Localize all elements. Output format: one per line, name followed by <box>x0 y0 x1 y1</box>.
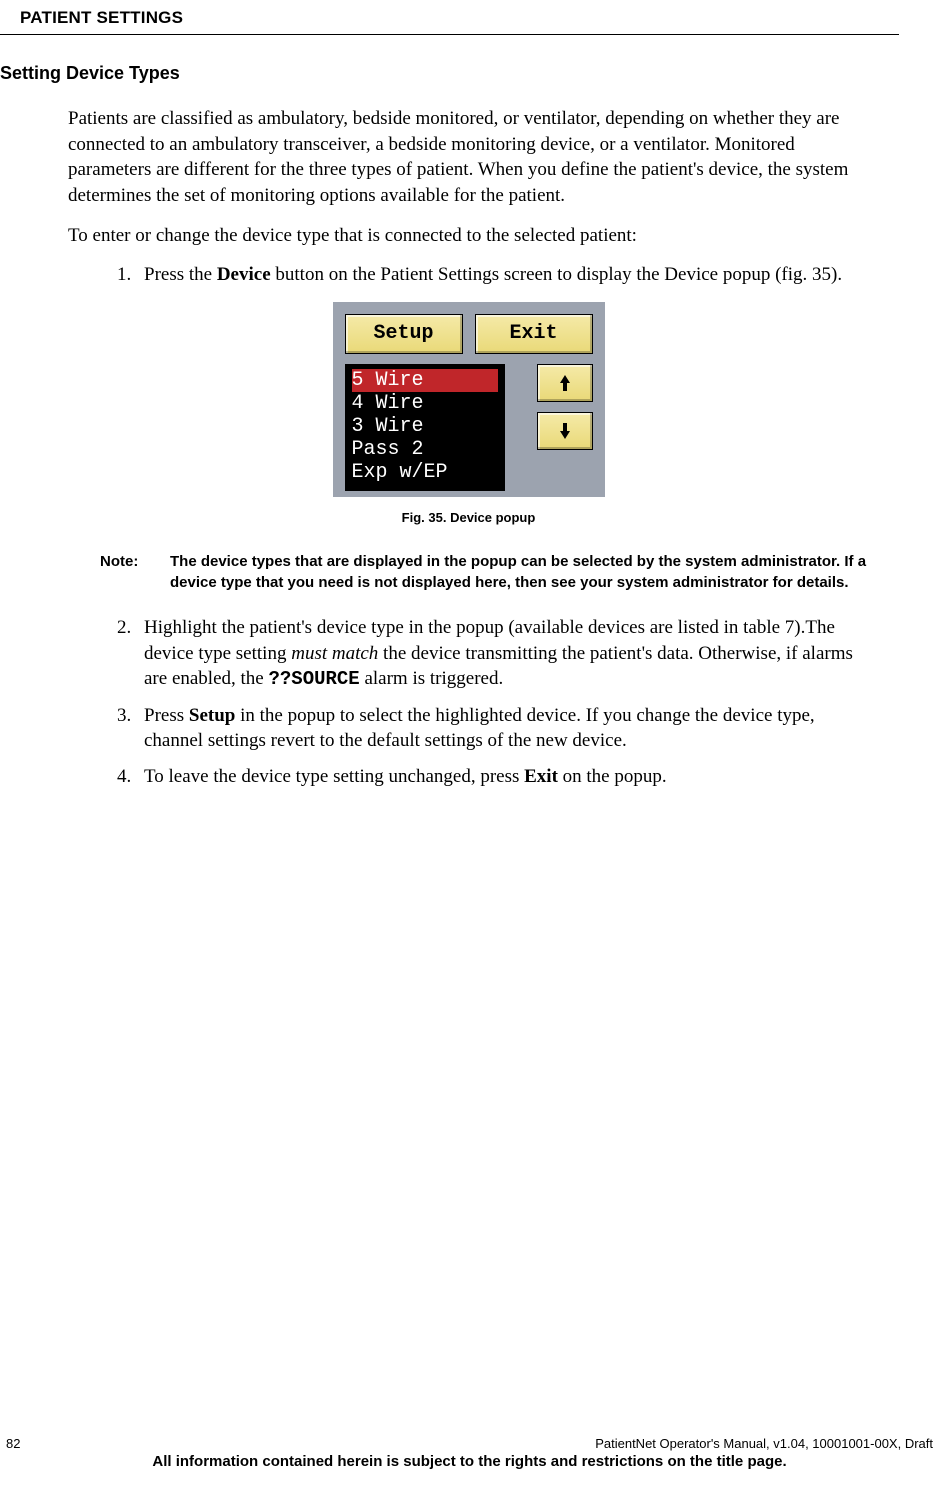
arrow-down-icon <box>558 423 572 439</box>
note-label: Note: <box>100 552 170 593</box>
device-list-item-4wire[interactable]: 4 Wire <box>352 392 498 415</box>
footer-legal: All information contained herein is subj… <box>0 1453 939 1470</box>
device-list-item-expwep[interactable]: Exp w/EP <box>352 461 498 484</box>
page-number: 82 <box>6 1436 20 1451</box>
section-heading: Setting Device Types <box>0 63 899 84</box>
step-1: Press the Device button on the Patient S… <box>136 262 869 288</box>
page-header: PATIENT SETTINGS <box>0 0 899 35</box>
note-block: Note: The device types that are displaye… <box>100 552 869 593</box>
exit-button[interactable]: Exit <box>475 314 593 354</box>
device-list-item-pass2[interactable]: Pass 2 <box>352 438 498 461</box>
figure-caption: Fig. 35. Device popup <box>68 509 869 527</box>
page-footer: 82 PatientNet Operator's Manual, v1.04, … <box>0 1436 939 1470</box>
paragraph-lead: To enter or change the device type that … <box>68 223 869 249</box>
step-3: Press Setup in the popup to select the h… <box>136 703 869 754</box>
scroll-down-button[interactable] <box>537 412 593 450</box>
step-2: Highlight the patient's device type in t… <box>136 615 869 693</box>
arrow-up-icon <box>558 375 572 391</box>
paragraph-intro: Patients are classified as ambulatory, b… <box>68 106 869 209</box>
device-popup: Setup Exit 5 Wire 4 Wire 3 Wire Pass 2 E… <box>333 302 605 497</box>
header-title: PATIENT SETTINGS <box>20 8 183 27</box>
setup-button[interactable]: Setup <box>345 314 463 354</box>
device-list-item-5wire[interactable]: 5 Wire <box>352 369 498 392</box>
device-button-ref: Device <box>217 264 271 285</box>
scroll-up-button[interactable] <box>537 364 593 402</box>
source-alarm-code: ??SOURCE <box>268 668 359 690</box>
device-list[interactable]: 5 Wire 4 Wire 3 Wire Pass 2 Exp w/EP <box>345 364 505 491</box>
note-text: The device types that are displayed in t… <box>170 552 869 593</box>
device-list-item-3wire[interactable]: 3 Wire <box>352 415 498 438</box>
doc-info: PatientNet Operator's Manual, v1.04, 100… <box>595 1436 933 1451</box>
step-4: To leave the device type setting unchang… <box>136 764 869 790</box>
